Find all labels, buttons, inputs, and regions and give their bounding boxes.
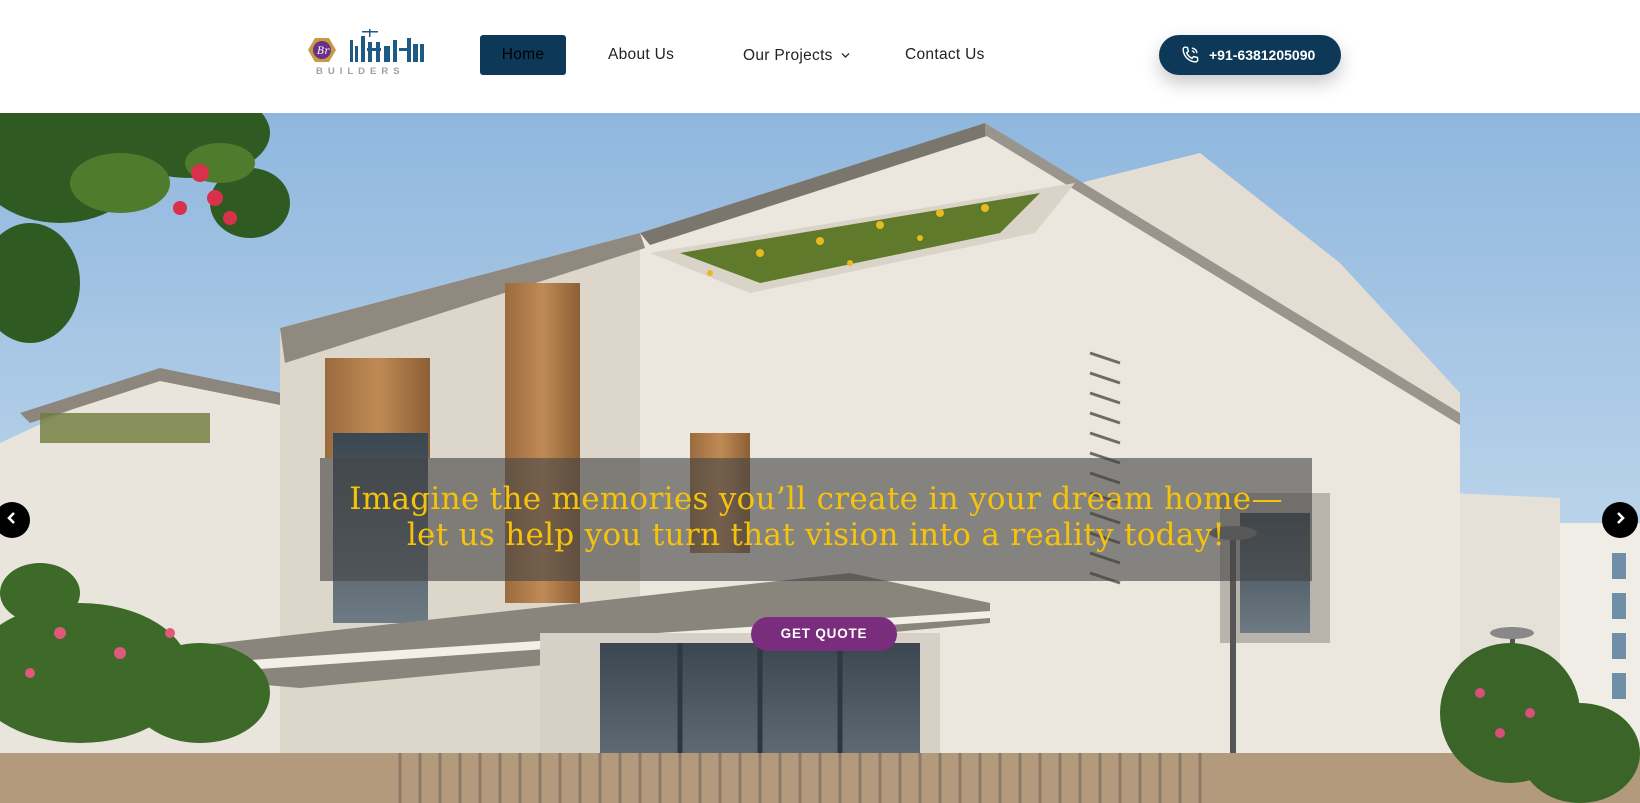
get-quote-button[interactable]: GET QUOTE bbox=[751, 617, 897, 651]
nav-contact-us-label: Contact Us bbox=[905, 46, 985, 63]
hero-caption-line-1: Imagine the memories you’ll create in yo… bbox=[349, 481, 1283, 517]
hero-caption-line-2: let us help you turn that vision into a … bbox=[406, 517, 1226, 553]
hero-slider: Imagine the memories you’ll create in yo… bbox=[0, 113, 1640, 803]
logo[interactable]: Br BUILDERS bbox=[304, 26, 436, 78]
logo-mark: Br BUILDERS bbox=[308, 29, 424, 77]
nav-about-us[interactable]: About Us bbox=[608, 35, 674, 75]
nav-our-projects[interactable]: Our Projects bbox=[743, 35, 850, 75]
slider-next-button[interactable] bbox=[1602, 502, 1638, 538]
svg-text:Br: Br bbox=[316, 46, 330, 57]
nav-home-label: Home bbox=[501, 46, 545, 63]
nav-our-projects-label: Our Projects bbox=[743, 47, 833, 64]
nav-home[interactable]: Home bbox=[480, 35, 566, 75]
call-button[interactable]: +91-6381205090 bbox=[1159, 35, 1341, 75]
chevron-right-icon bbox=[1613, 511, 1627, 530]
nav-about-us-label: About Us bbox=[608, 46, 675, 63]
phone-number: +91-6381205090 bbox=[1209, 47, 1316, 63]
site-header: Br BUILDERS Home About Us Our Projects C… bbox=[0, 0, 1640, 113]
hero-caption: Imagine the memories you’ll create in yo… bbox=[320, 458, 1312, 581]
chevron-left-icon bbox=[5, 511, 19, 530]
logo-text: BUILDERS bbox=[316, 66, 405, 77]
nav-contact-us[interactable]: Contact Us bbox=[905, 35, 985, 75]
phone-icon bbox=[1179, 44, 1201, 66]
chevron-down-icon bbox=[841, 35, 850, 75]
